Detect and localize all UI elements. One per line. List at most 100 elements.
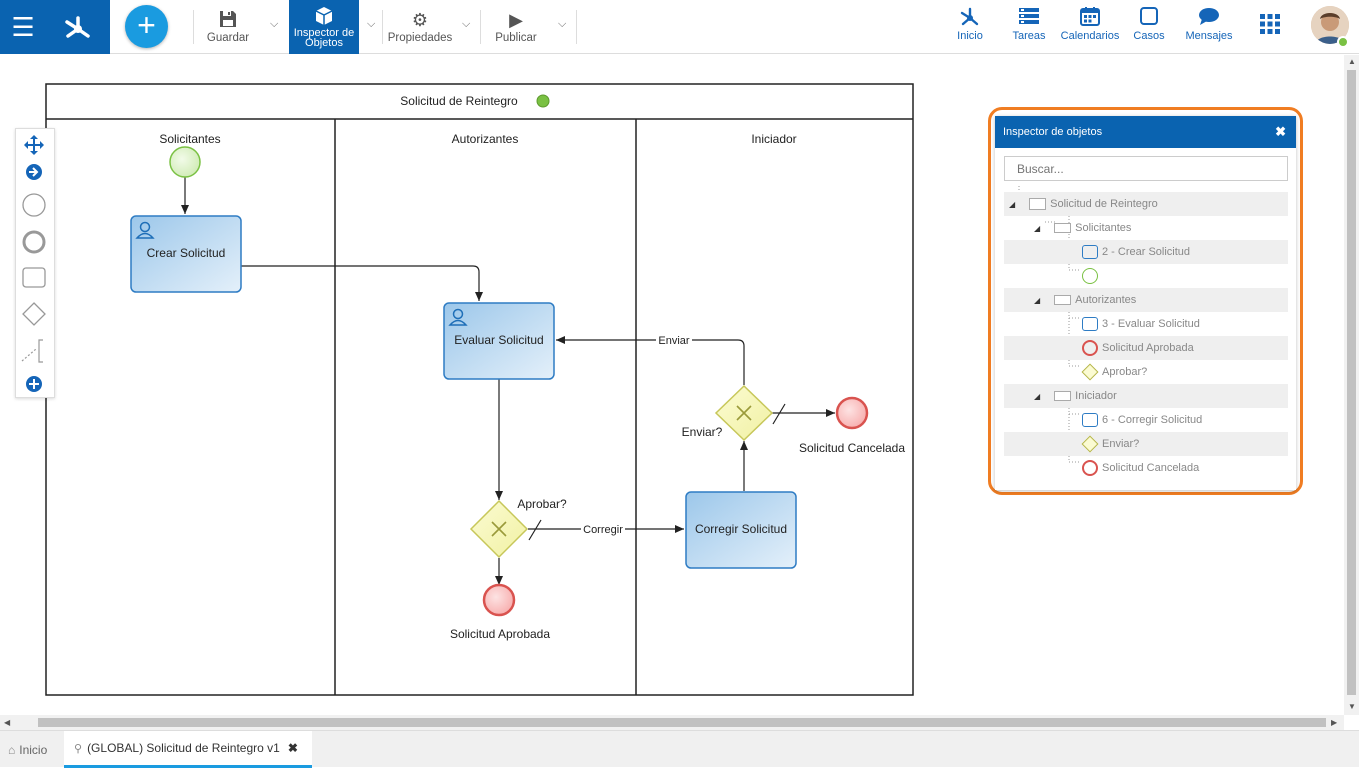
tree-expanded-icon[interactable]: ◢ [1034,224,1040,233]
bottom-tab-bar: ⌂ Inicio ⚲ (GLOBAL) Solicitud de Reinteg… [0,730,1359,768]
toolbar-separator [480,10,481,44]
close-tab-icon[interactable]: ✖ [288,741,298,755]
tree-expanded-icon[interactable]: ◢ [1009,200,1015,209]
nav-calendars-label: Calendarios [1060,30,1120,42]
tree-item-lane-autorizantes[interactable]: ◢ Autorizantes [1004,288,1288,312]
tab-home[interactable]: ⌂ Inicio [8,731,64,768]
tab-process[interactable]: ⚲ (GLOBAL) Solicitud de Reintegro v1 ✖ [64,731,312,768]
floppy-disk-icon [219,10,237,32]
cube-icon [314,6,334,28]
pool[interactable]: Solicitud de Reintegro Solicitantes Auto… [45,83,914,696]
tree-item-pool[interactable]: ◢ Solicitud de Reintegro [1004,192,1288,216]
tree-item-label: Solicitud Aprobada [1102,342,1194,354]
nav-home-label: Inicio [957,30,983,42]
lane-autorizantes-title: Autorizantes [452,132,519,146]
move-arrows-icon[interactable] [24,135,44,155]
properties-dropdown-chevron-icon[interactable]: ⌵ [462,18,470,31]
tree-item-task-evaluate[interactable]: 3 - Evaluar Solicitud [1004,312,1288,336]
connect-arrow-icon[interactable] [26,164,42,180]
task-create-request[interactable]: Crear Solicitud [130,215,242,293]
save-dropdown-chevron-icon[interactable]: ⌵ [270,18,278,31]
object-inspector-panel: Inspector de objetos ✖ Buscar... ◢ Solic… [995,116,1296,490]
tree-item-lane-solicitantes[interactable]: ◢ Solicitantes [1004,216,1288,240]
horizontal-scrollbar[interactable]: ◀ ▶ [0,715,1344,730]
diagram-canvas[interactable]: Solicitud de Reintegro Solicitantes Auto… [0,55,1344,715]
flow-tool-icon[interactable] [21,339,43,363]
properties-button[interactable]: ⚙ Propiedades [387,0,453,54]
vertical-scroll-thumb[interactable] [1347,70,1356,695]
tree-item-task-create[interactable]: 2 - Crear Solicitud [1004,240,1288,264]
shape-palette [15,128,55,398]
nav-home[interactable]: Inicio [953,6,987,50]
properties-label: Propiedades [387,32,453,44]
tree-item-label: 3 - Evaluar Solicitud [1102,318,1200,330]
tab-home-label: Inicio [19,742,48,757]
end-cancelled-label: Solicitud Cancelada [799,441,905,455]
publish-label: Publicar [495,32,537,44]
gateway-tool-icon[interactable] [22,302,46,326]
add-button[interactable]: + [125,5,168,48]
tree-expanded-icon[interactable]: ◢ [1034,296,1040,305]
play-icon: ▶ [509,10,523,30]
nav-cases-label: Casos [1133,30,1165,42]
apps-grid-icon[interactable] [1258,14,1282,58]
app-logo-icon[interactable] [46,0,110,54]
tree-item-label: Iniciador [1075,390,1117,402]
save-button[interactable]: Guardar [200,0,256,54]
nav-messages[interactable]: Mensajes [1184,6,1234,50]
scroll-right-icon[interactable]: ▶ [1331,718,1337,727]
scroll-left-icon[interactable]: ◀ [4,718,10,727]
scroll-down-icon[interactable]: ▼ [1348,702,1356,711]
nav-cases[interactable]: Casos [1132,6,1166,50]
pool-title: Solicitud de Reintegro [400,94,518,108]
network-home-icon [959,6,981,30]
inspector-title: Inspector de objetos [1003,126,1103,138]
task-node-icon [1082,245,1098,259]
end-event-tool-icon[interactable] [22,230,46,254]
tree-item-label: Solicitantes [1075,222,1132,234]
tree-item-end-approved[interactable]: Solicitud Aprobada [1004,336,1288,360]
horizontal-scroll-thumb[interactable] [38,718,1326,727]
inspector-search-input[interactable] [1004,156,1288,181]
scroll-up-icon[interactable]: ▲ [1348,57,1356,66]
inspector-dropdown-chevron-icon[interactable]: ⌵ [367,18,375,31]
start-event-tool-icon[interactable] [22,193,46,217]
end-approved-label: Solicitud Aprobada [450,627,550,641]
publish-dropdown-chevron-icon[interactable]: ⌵ [558,18,566,31]
task-correct-request[interactable]: Corregir Solicitud [685,491,797,569]
end-event-node-icon [1082,460,1098,476]
start-event[interactable] [169,146,201,178]
tree-item-lane-iniciador[interactable]: ◢ Iniciador [1004,384,1288,408]
add-more-icon[interactable] [26,376,42,392]
inspector-label-line2: Objetos [305,37,343,49]
object-inspector-button[interactable]: Inspector de Objetos [289,0,359,54]
publish-button[interactable]: ▶ Publicar [490,0,542,54]
pool-node-icon [1029,198,1047,210]
end-event-node-icon [1082,340,1098,356]
toolbar-separator [193,10,194,44]
vertical-scrollbar[interactable]: ▲ ▼ [1344,55,1359,715]
tree-item-end-cancelled[interactable]: Solicitud Cancelada [1004,456,1288,480]
close-icon[interactable]: ✖ [1275,124,1286,140]
gateway-node-icon [1081,363,1099,381]
nav-messages-label: Mensajes [1185,30,1233,42]
task-node-icon [1082,317,1098,331]
case-square-icon [1139,6,1159,30]
hamburger-menu-icon[interactable]: ☰ [0,0,46,54]
tree-item-start-event[interactable] [1004,264,1288,288]
tree-item-gateway-approve[interactable]: Aprobar? [1004,360,1288,384]
nav-tasks[interactable]: Tareas [1010,6,1048,50]
start-event-node-icon [1082,268,1098,284]
tree-expanded-icon[interactable]: ◢ [1034,392,1040,401]
calendar-icon [1080,6,1100,30]
nav-calendars[interactable]: Calendarios [1060,6,1120,50]
tree-item-gateway-send[interactable]: Enviar? [1004,432,1288,456]
tree-item-label: Solicitud Cancelada [1102,462,1200,474]
task-correct-label: Corregir Solicitud [695,522,787,536]
lane-node-icon [1054,295,1072,305]
task-tool-icon[interactable] [22,267,46,288]
tree-item-label: Autorizantes [1075,294,1137,306]
tree-item-task-correct[interactable]: 6 - Corregir Solicitud [1004,408,1288,432]
task-evaluate-request[interactable]: Evaluar Solicitud [443,302,555,380]
gateway-approve-label: Aprobar? [517,497,567,511]
